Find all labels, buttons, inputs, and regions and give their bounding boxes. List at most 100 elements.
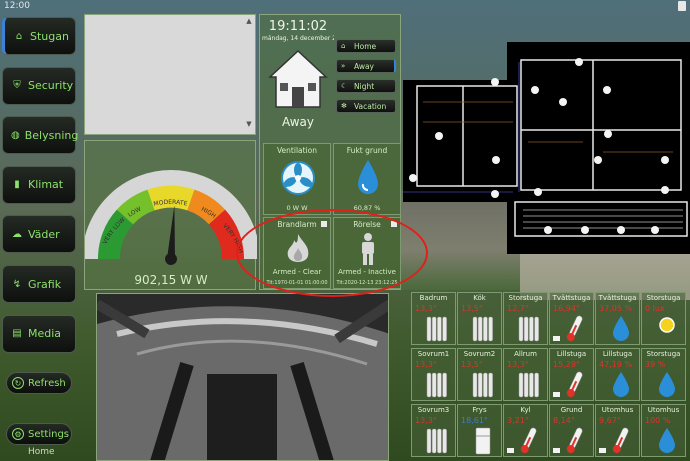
sensor-tile[interactable]: Storstuga 39 % [641, 348, 686, 401]
home-footer-label: Home [28, 447, 55, 457]
sensor-name: Storstuga [508, 294, 543, 302]
sensor-value: 3,21° [507, 416, 529, 425]
sensor-name: Lillstuga [602, 350, 633, 358]
sensor-value: 9,67° [599, 416, 621, 425]
sensor-tile[interactable]: Storstuga 12,7° [503, 292, 548, 345]
notes-panel[interactable]: ▲ ▼ [84, 14, 256, 135]
sensor-name: Storstuga [646, 350, 681, 358]
gauge-needle [165, 205, 178, 265]
sensor-name: Kyl [520, 406, 531, 414]
sensor-name: Frys [472, 406, 487, 414]
settings-button[interactable]: ⚙ Settings [6, 423, 72, 445]
sensor-checkbox[interactable] [553, 448, 560, 453]
refresh-button[interactable]: ↻ Refresh [6, 372, 72, 394]
scroll-up-icon[interactable]: ▲ [245, 17, 253, 25]
thermometer-icon [566, 427, 583, 454]
home-icon: ⌂ [341, 42, 346, 50]
sidebar-item-label: Media [28, 327, 62, 341]
water-drop-icon [358, 160, 378, 194]
sidebar-item-stugan[interactable]: ⌂ Stugan [2, 17, 76, 55]
mode-button-away[interactable]: » Away [336, 59, 396, 73]
sensor-name: Utomhus [601, 406, 634, 414]
shield-icon: ⛨ [13, 80, 21, 92]
fukt-grund-title: Fukt grund [346, 146, 388, 155]
sensor-name: Allrum [514, 350, 537, 358]
mode-label: Away [354, 61, 374, 71]
house-icon [268, 49, 328, 108]
sensor-tile[interactable]: Grund 8,14° [549, 404, 594, 457]
fan-icon [281, 161, 315, 195]
sidebar-item-belysning[interactable]: ◍ Belysning [2, 116, 79, 155]
sensor-tile[interactable]: Lillstuga 47,19 % [595, 348, 640, 401]
sensor-tile[interactable]: Utomhus 100 % [641, 404, 686, 457]
sensor-value: 39 % [645, 360, 666, 369]
sidebar-item-grafik[interactable]: ↯ Grafik [2, 265, 76, 303]
mode-button-night[interactable]: ☾ Night [336, 79, 396, 93]
sensor-checkbox[interactable] [507, 448, 514, 453]
sensor-name: Sovrum3 [417, 406, 450, 414]
sensor-name: Kök [473, 294, 486, 302]
sensor-tile[interactable]: Kyl 3,21° [503, 404, 548, 457]
status-bar-time: 12:00 [4, 1, 30, 11]
radiator-icon [426, 372, 447, 398]
sensor-tile[interactable]: Lillstuga 15,29° [549, 348, 594, 401]
mode-button-vacation[interactable]: ✻ Vacation [336, 99, 396, 113]
sensor-name: Utomhus [647, 406, 680, 414]
sensor-value: 0 lux [645, 304, 665, 313]
snowflake-icon: ✻ [341, 102, 347, 110]
sidebar-item-väder[interactable]: ☁ Väder [2, 215, 76, 254]
sensor-checkbox[interactable] [599, 448, 606, 453]
sensor-value: 8,14° [553, 416, 575, 425]
sensor-tile[interactable]: Storstuga 0 lux [641, 292, 686, 345]
sensor-name: Sovrum2 [463, 350, 496, 358]
sensor-checkbox[interactable] [553, 336, 560, 341]
sidebar-item-klimat[interactable]: ▮ Klimat [2, 165, 76, 204]
freezer-icon [475, 427, 491, 455]
sun-icon [659, 317, 675, 333]
notes-scrollbar[interactable]: ▲ ▼ [245, 17, 253, 132]
radiator-icon [426, 428, 447, 454]
mode-label: Home [354, 41, 377, 51]
water-drop-icon [659, 372, 675, 397]
sensor-name: Lillstuga [556, 350, 587, 358]
sidebar-item-label: Klimat [28, 178, 64, 192]
camera-view[interactable] [96, 293, 389, 461]
sensor-tile[interactable]: Frys 18,61° [457, 404, 502, 457]
water-drop-icon [613, 316, 629, 341]
sensor-value: 16,94° [553, 304, 580, 313]
sensor-value: 12,7° [507, 304, 529, 313]
refresh-label: Refresh [28, 377, 66, 389]
sensor-name: Tvättstuga [552, 294, 591, 302]
radiator-icon [518, 316, 539, 342]
thermometer-icon [566, 315, 583, 342]
clock-date: måndag, 14 december 2020 [262, 35, 334, 42]
bulb-icon: ◍ [11, 129, 20, 141]
camera-image [97, 294, 388, 460]
scroll-down-icon[interactable]: ▼ [245, 120, 253, 128]
sensor-value: 37,05 % [599, 304, 633, 313]
sidebar-item-media[interactable]: ▤ Media [2, 314, 76, 353]
sensor-tile[interactable]: Tvättstuga 16,94° [549, 292, 594, 345]
sensor-tile[interactable]: Sovrum2 13,5° [457, 348, 502, 401]
sensor-tile[interactable]: Kök 13,5° [457, 292, 502, 345]
battery-icon [678, 1, 686, 11]
chart-icon: ↯ [12, 278, 22, 290]
home-icon: ⌂ [15, 30, 23, 42]
ventilation-tile[interactable]: Ventilation 0 W W [263, 143, 331, 215]
sensor-tile[interactable]: Sovrum1 13,3° [411, 348, 456, 401]
clock-time: 19:11:02 [268, 19, 328, 34]
sensor-tile[interactable]: Tvättstuga 37,05 % [595, 292, 640, 345]
sensor-value: 13,5° [461, 304, 483, 313]
floor-plan[interactable] [403, 42, 690, 254]
refresh-icon: ↻ [12, 377, 24, 389]
sidebar-item-label: Belysning [24, 128, 79, 142]
sensor-tile[interactable]: Sovrum3 13,3° [411, 404, 456, 457]
fukt-grund-tile[interactable]: Fukt grund 60,87 % [333, 143, 401, 215]
sensor-tile[interactable]: Allrum 13,3° [503, 348, 548, 401]
sidebar-item-security[interactable]: ⛨ Security [2, 66, 76, 105]
sensor-tile[interactable]: Utomhus 9,67° [595, 404, 640, 457]
sensor-tile[interactable]: Badrum 13,3° [411, 292, 456, 345]
sensor-checkbox[interactable] [553, 392, 560, 397]
water-drop-icon [659, 428, 675, 453]
mode-button-home[interactable]: ⌂ Home [336, 39, 396, 53]
